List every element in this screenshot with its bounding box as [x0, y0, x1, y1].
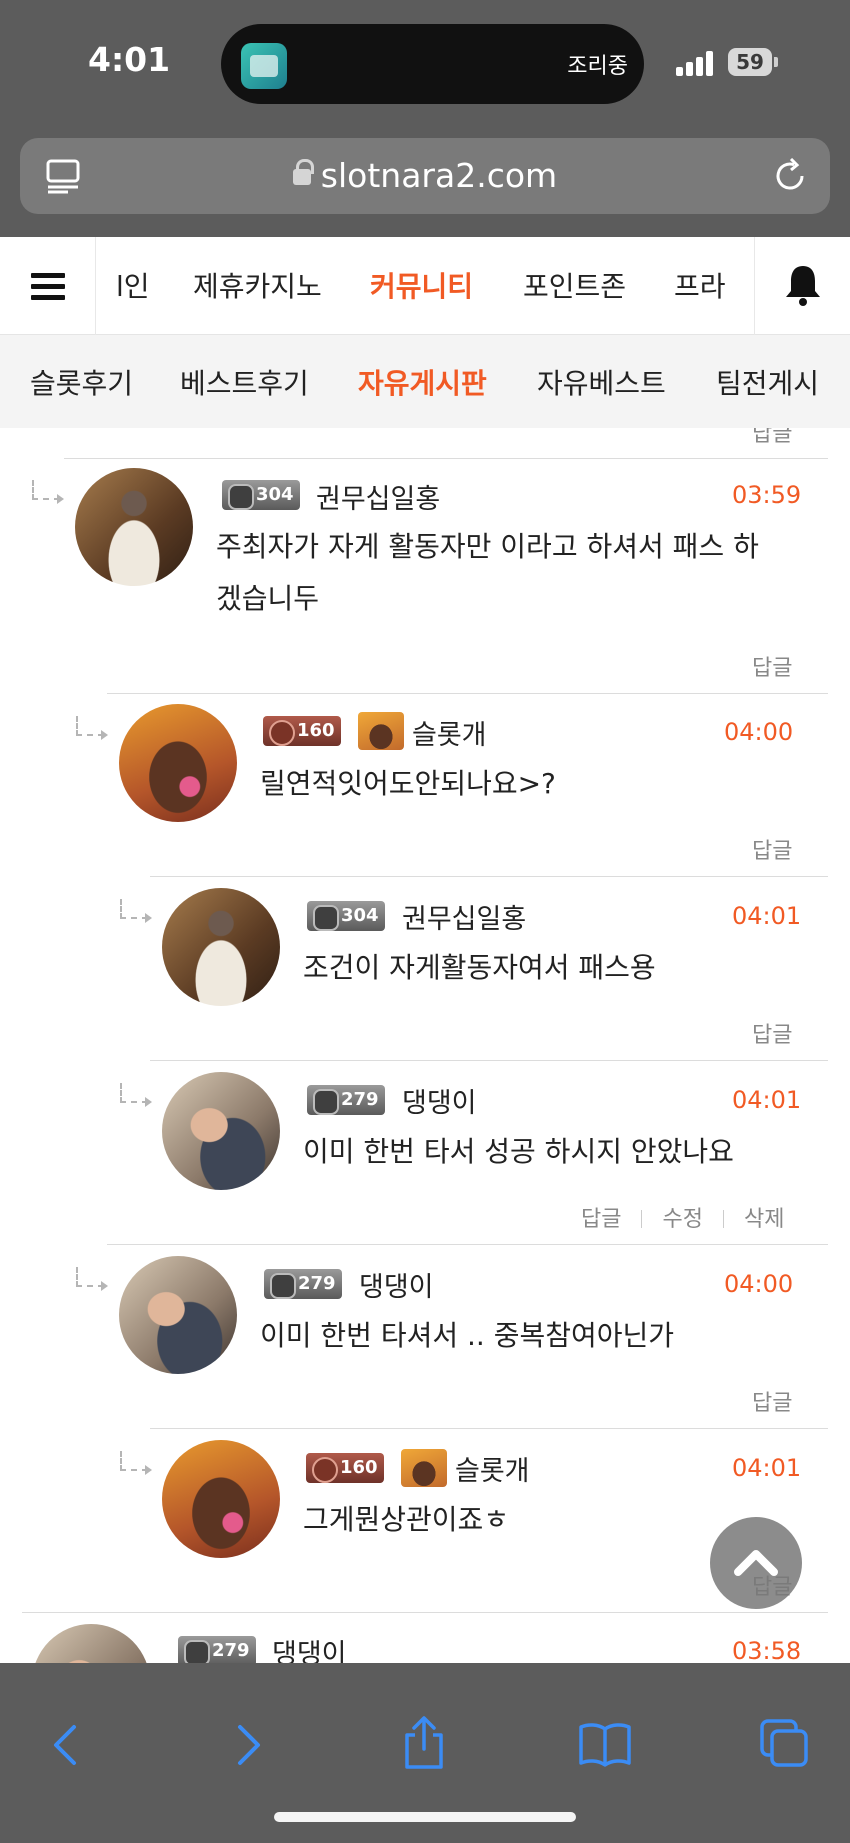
comment-text: 조건이 자게활동자여서 패스용: [303, 951, 656, 984]
avatar-badge: [358, 712, 404, 750]
avatar[interactable]: [119, 1256, 237, 1374]
reply-link[interactable]: 답글: [752, 650, 792, 682]
island-status-text: 조리중: [567, 54, 628, 79]
reply-link[interactable]: 답글: [752, 1017, 792, 1049]
comment-time: 04:01: [732, 902, 802, 930]
reply-link[interactable]: 답글: [581, 1207, 621, 1232]
sub-item-free-board[interactable]: 자유게시판: [358, 362, 487, 402]
comment-time: 03:59: [732, 481, 802, 509]
comment-nick[interactable]: 댕댕이: [402, 1081, 477, 1120]
avatar-badge: [401, 1449, 447, 1487]
comment-nick[interactable]: 댕댕이: [272, 1632, 347, 1663]
browser-chrome: 4:01 조리중 59 slotnara2.com: [0, 0, 850, 237]
level-badge: 304: [222, 480, 300, 510]
comment-list: 답글 304 권무십일홍 03:59 주최자가 자게 활동자만 이라고 하셔서 …: [0, 428, 850, 1663]
comment-text: 주최자가 자게 활동자만 이라고 하셔서 패스 하: [216, 530, 759, 563]
forward-icon[interactable]: [228, 1721, 268, 1769]
level-badge: 279: [307, 1085, 385, 1115]
sub-item-free-best[interactable]: 자유베스트: [537, 362, 666, 402]
comment-nick[interactable]: 슬롯개: [455, 1449, 530, 1488]
comment-time: 04:00: [724, 718, 794, 746]
level-badge: 160: [263, 716, 341, 746]
divider: [150, 876, 828, 877]
scroll-top-button[interactable]: [710, 1517, 802, 1609]
nav-item-partner-casino[interactable]: 제휴카지노: [193, 265, 322, 305]
menu-icon[interactable]: [0, 237, 96, 335]
url-field[interactable]: slotnara2.com: [20, 138, 830, 214]
comment-nick[interactable]: 권무십일홍: [402, 897, 526, 936]
comment-time: 04:01: [732, 1086, 802, 1114]
dynamic-island[interactable]: 조리중: [221, 24, 644, 104]
signal-icon: [676, 50, 714, 76]
battery-icon: 59: [728, 48, 772, 76]
edit-link[interactable]: 수정: [662, 1207, 702, 1232]
comment-actions: 답글 수정 삭제: [581, 1201, 784, 1233]
avatar[interactable]: [162, 888, 280, 1006]
delete-link[interactable]: 삭제: [744, 1207, 784, 1232]
comment-nick[interactable]: 댕댕이: [359, 1265, 434, 1304]
level-badge: 279: [178, 1636, 256, 1663]
level-badge: 160: [306, 1453, 384, 1483]
level-badge: 304: [307, 901, 385, 931]
divider: [107, 693, 828, 694]
home-indicator: [274, 1812, 576, 1822]
divider: [150, 1428, 828, 1429]
reply-arrow-icon: [120, 899, 152, 923]
site-nav: l인 제휴카지노 커뮤니티 포인트존 프라: [0, 237, 850, 335]
reply-arrow-icon: [32, 480, 64, 504]
reply-link[interactable]: 답글: [752, 833, 792, 865]
comment-time: 04:01: [732, 1454, 802, 1482]
sub-item-slot-review[interactable]: 슬롯후기: [30, 362, 133, 402]
avatar[interactable]: [32, 1624, 150, 1663]
nav-item-point-zone[interactable]: 포인트존: [523, 265, 626, 305]
reply-arrow-icon: [120, 1451, 152, 1475]
nav-item-community[interactable]: 커뮤니티: [370, 265, 473, 305]
board-sub-nav: 슬롯후기 베스트후기 자유게시판 자유베스트 팀전게시: [0, 335, 850, 428]
bookmarks-icon[interactable]: [578, 1721, 632, 1767]
sub-item-team-board[interactable]: 팀전게시: [716, 362, 819, 402]
app-icon: [241, 43, 287, 89]
comment-nick[interactable]: 권무십일홍: [316, 477, 440, 516]
avatar[interactable]: [75, 468, 193, 586]
url-bar[interactable]: slotnara2.com: [20, 138, 830, 214]
reload-icon[interactable]: [772, 158, 808, 194]
comment-text: 그게뭔상관이죠ㅎ: [303, 1503, 510, 1536]
sub-item-best-review[interactable]: 베스트후기: [180, 362, 309, 402]
comment-time: 04:00: [724, 1270, 794, 1298]
nav-item-pra[interactable]: 프라: [674, 265, 726, 305]
comment-text: 이미 한번 타서 성공 하시지 안았나요: [303, 1135, 734, 1168]
avatar[interactable]: [162, 1440, 280, 1558]
divider: [107, 1244, 828, 1245]
comment-time: 03:58: [732, 1637, 802, 1663]
battery-nub: [774, 57, 778, 67]
reply-arrow-icon: [76, 1267, 108, 1291]
reply-link[interactable]: 답글: [752, 428, 792, 448]
tabs-overview-icon[interactable]: [758, 1717, 810, 1769]
divider: [150, 1060, 828, 1061]
reply-arrow-icon: [120, 1083, 152, 1107]
share-icon[interactable]: [401, 1715, 447, 1771]
divider: [22, 1612, 828, 1613]
comment-text: 겠습니두: [216, 582, 320, 615]
bell-icon[interactable]: [754, 237, 850, 335]
lock-icon: [292, 159, 314, 185]
reply-link[interactable]: 답글: [752, 1385, 792, 1417]
divider: [64, 458, 828, 459]
level-badge: 279: [264, 1269, 342, 1299]
comment-text: 이미 한번 타셔서 .. 중복참여아닌가: [260, 1319, 675, 1352]
status-time: 4:01: [88, 40, 171, 79]
chevron-up-icon: [734, 1550, 778, 1576]
url-text: slotnara2.com: [320, 156, 558, 195]
nav-items: l인 제휴카지노 커뮤니티 포인트존 프라: [96, 237, 754, 335]
avatar[interactable]: [119, 704, 237, 822]
back-icon[interactable]: [46, 1721, 86, 1769]
comment-text: 릴연적잇어도안되나요>?: [260, 767, 556, 800]
nav-item-login[interactable]: l인: [116, 265, 150, 305]
avatar[interactable]: [162, 1072, 280, 1190]
reply-arrow-icon: [76, 716, 108, 740]
comment-nick[interactable]: 슬롯개: [412, 713, 487, 752]
